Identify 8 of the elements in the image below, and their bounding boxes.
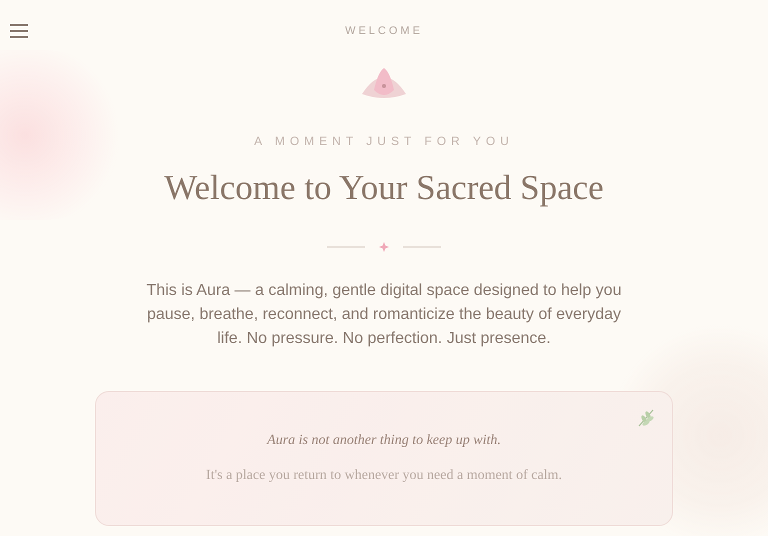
main-heading: Welcome to Your Sacred Space — [164, 167, 604, 209]
intro-paragraph: This is Aura — a calming, gentle digital space designed to help you pause, breathe, reconnect, and romanticize the beauty of everyday life. No pressure. No perfection. Just presence. — [146, 280, 622, 348]
menu-button[interactable] — [10, 21, 30, 41]
leaf-icon — [636, 408, 656, 428]
quote-text: Aura is not another thing to keep up with. — [267, 432, 501, 450]
eyebrow-text: A MOMENT JUST FOR YOU — [254, 133, 514, 150]
page-title: WELCOME — [345, 24, 423, 39]
card-text: It's a place you return to whenever you need a moment of calm. — [206, 467, 562, 485]
